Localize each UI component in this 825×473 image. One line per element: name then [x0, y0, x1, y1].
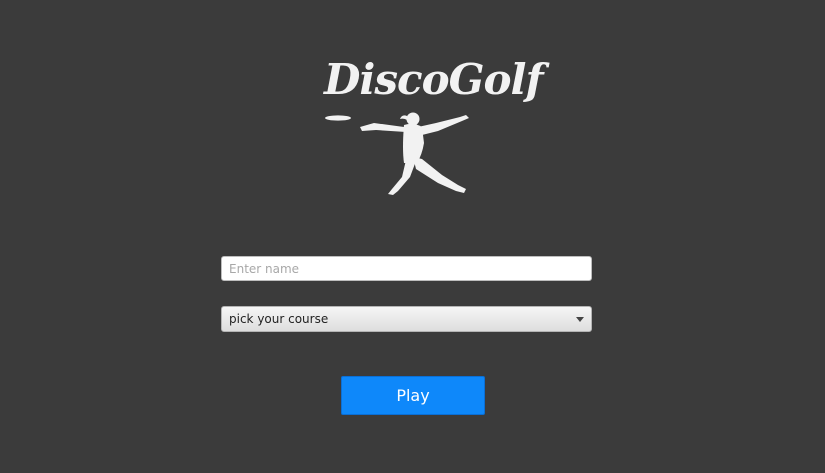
play-button[interactable]: Play [341, 376, 485, 415]
chevron-down-icon [576, 317, 584, 322]
course-select[interactable]: pick your course [221, 306, 592, 332]
app-logo: DiscoGolf [318, 55, 544, 200]
logo-title: DiscoGolf [324, 55, 544, 104]
disc-thrower-icon [325, 112, 469, 195]
course-select-value: pick your course [229, 312, 329, 326]
name-input[interactable] [221, 256, 592, 281]
